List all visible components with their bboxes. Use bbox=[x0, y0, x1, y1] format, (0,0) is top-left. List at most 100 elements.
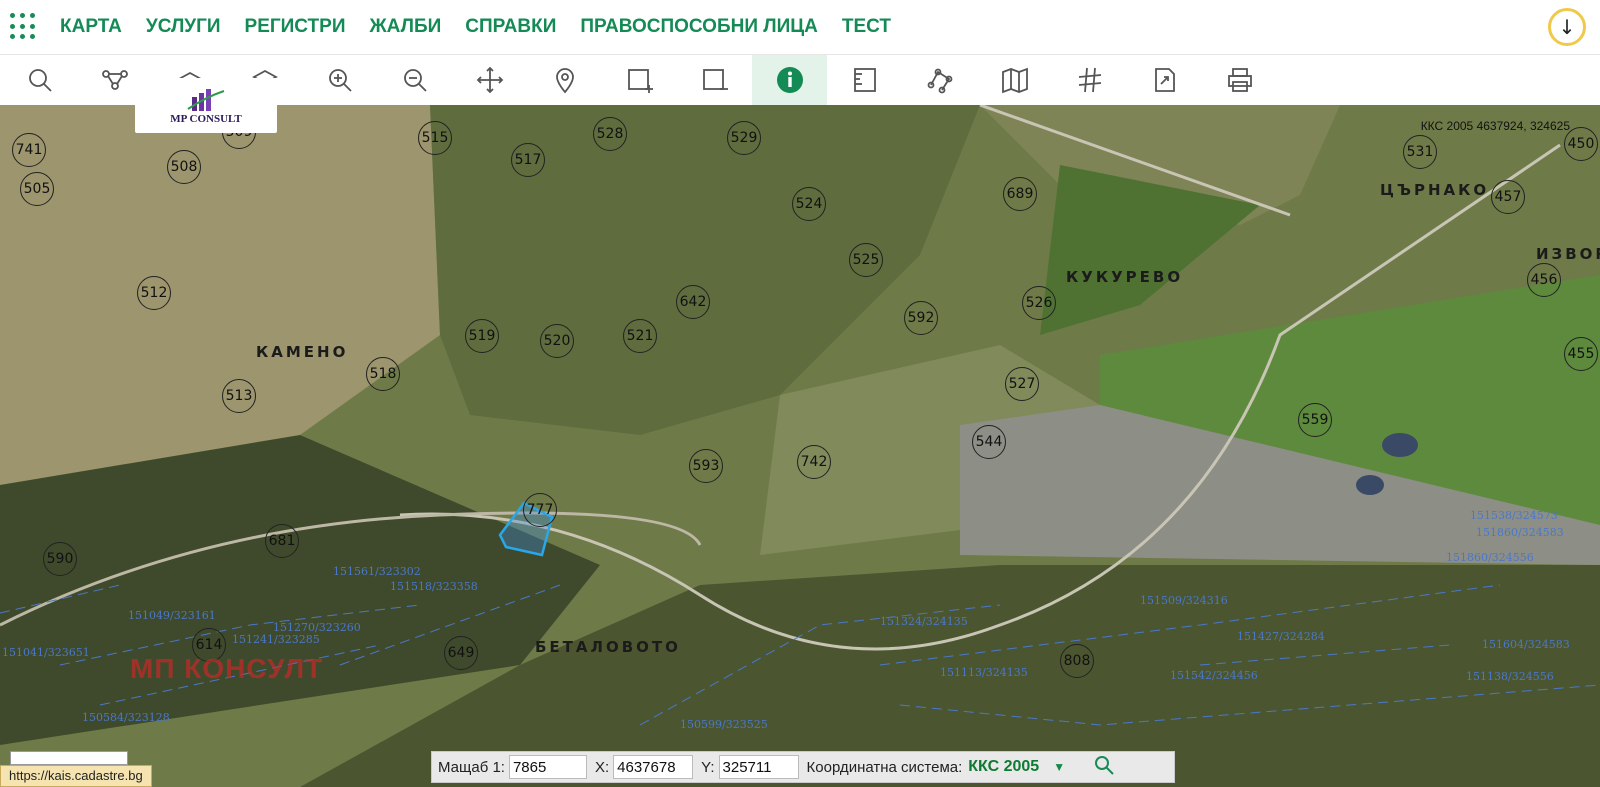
parcel-number[interactable]: 517 bbox=[511, 143, 545, 177]
cadastre-id: 151542/324456 bbox=[1170, 669, 1258, 682]
zoom-in-icon[interactable] bbox=[302, 55, 377, 105]
polyline-icon[interactable] bbox=[902, 55, 977, 105]
nav-item-test[interactable]: ТЕСТ bbox=[842, 16, 891, 38]
parcel-number[interactable]: 649 bbox=[444, 636, 478, 670]
parcel-number[interactable]: 681 bbox=[265, 524, 299, 558]
scale-label: Мащаб 1: bbox=[438, 758, 505, 776]
download-icon[interactable]: ↓ bbox=[1548, 8, 1586, 46]
scale-input[interactable] bbox=[508, 755, 587, 779]
parcel-number[interactable]: 741 bbox=[12, 133, 46, 167]
coordinate-statusbar: Мащаб 1: X: Y: Координатна система: ККС … bbox=[431, 751, 1175, 783]
cadastre-id: 151113/324135 bbox=[940, 666, 1028, 679]
parcel-number[interactable]: 525 bbox=[849, 243, 883, 277]
parcel-number[interactable]: 513 bbox=[222, 379, 256, 413]
cadastre-id: 151324/324135 bbox=[880, 615, 968, 628]
parcel-number[interactable]: 505 bbox=[20, 172, 54, 206]
top-navigation: КАРТА УСЛУГИ РЕГИСТРИ ЖАЛБИ СПРАВКИ ПРАВ… bbox=[0, 0, 1600, 55]
parcel-number[interactable]: 450 bbox=[1564, 127, 1598, 161]
parcel-number[interactable]: 526 bbox=[1022, 286, 1056, 320]
print-icon[interactable] bbox=[1202, 55, 1277, 105]
export-icon[interactable] bbox=[1127, 55, 1202, 105]
cadastre-id: 151241/323285 bbox=[232, 633, 320, 646]
nav-item-karta[interactable]: КАРТА bbox=[60, 16, 122, 38]
search-icon[interactable] bbox=[2, 55, 77, 105]
cursor-coordinates: ККС 2005 4637924, 324625 bbox=[1420, 119, 1570, 133]
mp-consult-logo: MP CONSULT bbox=[135, 78, 277, 133]
info-icon[interactable] bbox=[752, 55, 827, 105]
select-add-icon[interactable] bbox=[602, 55, 677, 105]
nav-item-zhalbi[interactable]: ЖАЛБИ bbox=[370, 16, 442, 38]
logo-text: MP CONSULT bbox=[170, 112, 242, 125]
cadastre-id: 151270/323260 bbox=[273, 621, 361, 634]
logo-bars-icon bbox=[187, 88, 225, 111]
cadastre-id: 150584/323128 bbox=[82, 711, 170, 724]
parcel-number[interactable]: 456 bbox=[1527, 263, 1561, 297]
marker-icon[interactable] bbox=[527, 55, 602, 105]
cadastre-id: 150599/323525 bbox=[680, 718, 768, 731]
nav-item-pravosposobni-litsa[interactable]: ПРАВОСПОСОБНИ ЛИЦА bbox=[580, 16, 818, 38]
x-label: X: bbox=[594, 758, 610, 776]
y-label: Y: bbox=[701, 758, 715, 776]
parcel-number[interactable]: 642 bbox=[676, 285, 710, 319]
parcel-number[interactable]: 592 bbox=[904, 301, 938, 335]
parcel-number[interactable]: 544 bbox=[972, 425, 1006, 459]
crs-select[interactable]: ККС 2005 bbox=[968, 758, 1039, 776]
measure-icon[interactable] bbox=[827, 55, 902, 105]
map-icon[interactable] bbox=[977, 55, 1052, 105]
parcel-number[interactable]: 689 bbox=[1003, 177, 1037, 211]
search-icon[interactable] bbox=[1093, 754, 1115, 781]
cadastre-id: 151427/324284 bbox=[1237, 630, 1325, 643]
cadastre-id: 151860/324556 bbox=[1446, 551, 1534, 564]
cadastre-id: 151049/323161 bbox=[128, 609, 216, 622]
parcel-number[interactable]: 508 bbox=[167, 150, 201, 184]
parcel-number[interactable]: 518 bbox=[366, 357, 400, 391]
parcel-number[interactable]: 515 bbox=[418, 121, 452, 155]
crs-label: Координатна система: bbox=[806, 758, 963, 776]
parcel-number[interactable]: 531 bbox=[1403, 135, 1437, 169]
cadastre-id: 151538/324573 bbox=[1470, 509, 1558, 522]
place-label: ЦЪРНАКО bbox=[1380, 181, 1490, 199]
watermark: МП КОНСУЛТ bbox=[130, 653, 324, 684]
parcel-number[interactable]: 528 bbox=[593, 117, 627, 151]
parcel-number[interactable]: 527 bbox=[1005, 367, 1039, 401]
parcel-number[interactable]: 520 bbox=[540, 324, 574, 358]
cadastre-id: 151041/323651 bbox=[2, 646, 90, 659]
parcel-number[interactable]: 529 bbox=[727, 121, 761, 155]
parcel-number[interactable]: 457 bbox=[1491, 180, 1525, 214]
scale-bar bbox=[10, 751, 128, 765]
place-label: КАМЕНО bbox=[256, 343, 349, 361]
place-label: ИЗВОР bbox=[1536, 245, 1600, 263]
y-coordinate-input[interactable] bbox=[718, 755, 799, 779]
parcel-number[interactable]: 593 bbox=[689, 449, 723, 483]
x-coordinate-input[interactable] bbox=[613, 755, 694, 779]
cadastre-id: 151509/324316 bbox=[1140, 594, 1228, 607]
place-label: БЕТАЛОВОТО bbox=[535, 638, 681, 656]
zoom-out-icon[interactable] bbox=[377, 55, 452, 105]
parcel-number[interactable]: 777 bbox=[523, 493, 557, 527]
parcel-number[interactable]: 519 bbox=[465, 319, 499, 353]
parcel-number[interactable]: 524 bbox=[792, 187, 826, 221]
nav-item-spravki[interactable]: СПРАВКИ bbox=[465, 16, 556, 38]
parcel-number[interactable]: 559 bbox=[1298, 403, 1332, 437]
nav-item-uslugi[interactable]: УСЛУГИ bbox=[146, 16, 221, 38]
parcel-number[interactable]: 590 bbox=[43, 542, 77, 576]
map-canvas[interactable]: ККС 2005 4637924, 324625 КАМЕНО КУКУРЕВО… bbox=[0, 105, 1600, 787]
cadastre-id: 151518/323358 bbox=[390, 580, 478, 593]
link-status-tooltip: https://kais.cadastre.bg bbox=[0, 765, 152, 787]
cadastre-id: 151860/324583 bbox=[1476, 526, 1564, 539]
nav-item-registri[interactable]: РЕГИСТРИ bbox=[245, 16, 346, 38]
parcel-number[interactable]: 455 bbox=[1564, 337, 1598, 371]
apps-grid-icon[interactable] bbox=[10, 13, 38, 41]
cadastre-id: 151561/323302 bbox=[333, 565, 421, 578]
grid-icon[interactable] bbox=[1052, 55, 1127, 105]
parcel-number[interactable]: 742 bbox=[797, 445, 831, 479]
parcel-number[interactable]: 512 bbox=[137, 276, 171, 310]
chevron-down-icon[interactable]: ▼ bbox=[1053, 760, 1065, 774]
parcel-number[interactable]: 808 bbox=[1060, 644, 1094, 678]
pan-icon[interactable] bbox=[452, 55, 527, 105]
parcel-number[interactable]: 521 bbox=[623, 319, 657, 353]
select-remove-icon[interactable] bbox=[677, 55, 752, 105]
place-label: КУКУРЕВО bbox=[1066, 268, 1184, 286]
cadastre-id: 151138/324556 bbox=[1466, 670, 1554, 683]
cadastre-id: 151604/324583 bbox=[1482, 638, 1570, 651]
